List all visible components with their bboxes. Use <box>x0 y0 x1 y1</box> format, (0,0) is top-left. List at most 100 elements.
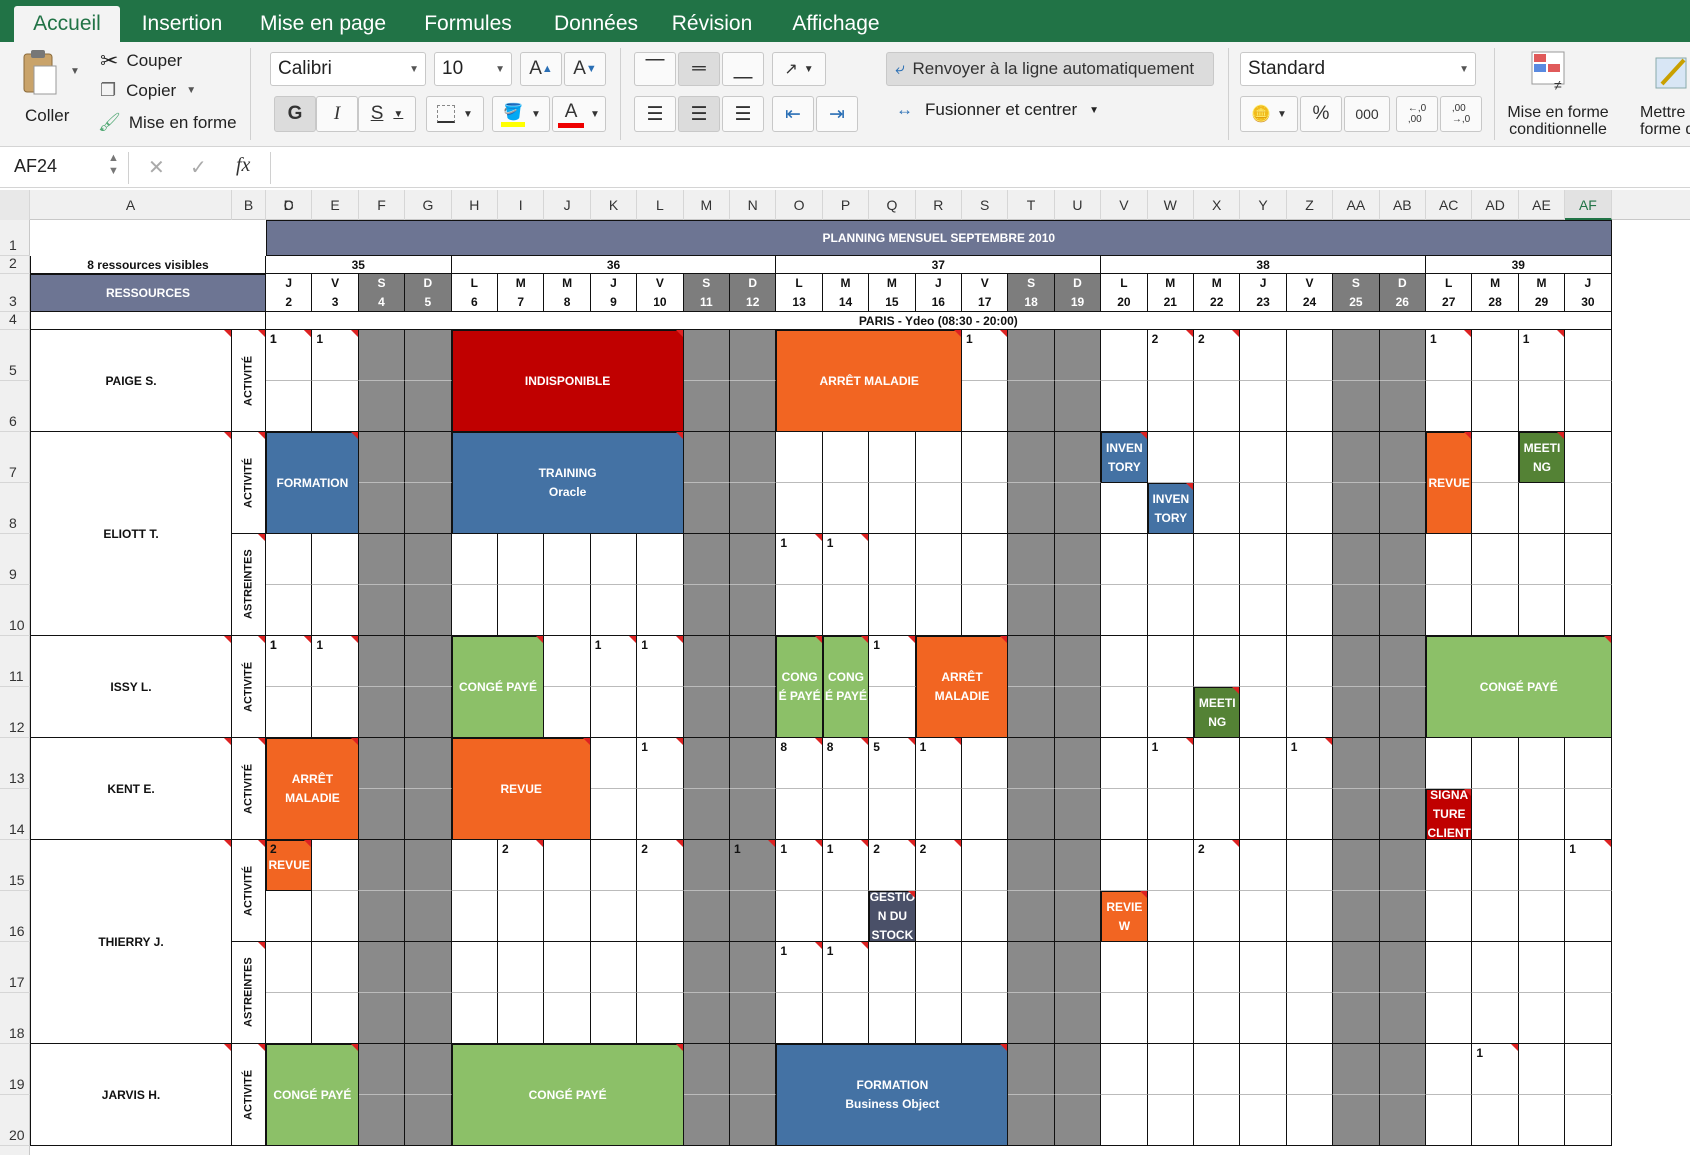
day-cell[interactable] <box>266 687 313 738</box>
day-cell[interactable] <box>1518 381 1566 432</box>
day-cell[interactable] <box>590 687 638 738</box>
day-cell[interactable] <box>1240 1044 1287 1095</box>
event-block[interactable]: TRAINING Oracle <box>451 432 684 534</box>
day-cell[interactable] <box>1147 942 1194 993</box>
day-cell[interactable] <box>1333 381 1380 432</box>
day-cell[interactable] <box>776 993 823 1044</box>
day-cell[interactable] <box>1333 483 1380 534</box>
day-cell[interactable] <box>1472 483 1519 534</box>
day-cell[interactable] <box>1333 789 1380 840</box>
event-block[interactable]: MEETI NG <box>1518 432 1566 483</box>
day-cell[interactable] <box>1008 585 1055 636</box>
day-cell[interactable] <box>358 585 406 636</box>
event-block[interactable]: CONG É PAYÉ <box>822 636 870 738</box>
day-cell[interactable] <box>1101 789 1148 840</box>
day-cell[interactable] <box>683 993 730 1044</box>
day-cell[interactable] <box>1379 891 1426 942</box>
day-cell[interactable] <box>962 993 1009 1044</box>
day-cell[interactable] <box>1472 993 1519 1044</box>
day-cell[interactable] <box>1286 891 1334 942</box>
day-cell[interactable] <box>1147 432 1194 483</box>
day-cell[interactable] <box>1565 432 1612 483</box>
day-cell[interactable] <box>730 483 777 534</box>
day-cell[interactable] <box>312 585 359 636</box>
day-cell[interactable] <box>1333 432 1380 483</box>
day-cell[interactable] <box>1565 534 1612 585</box>
day-cell[interactable] <box>1008 840 1055 891</box>
day-cell[interactable] <box>1286 483 1334 534</box>
day-cell[interactable] <box>1472 891 1519 942</box>
day-cell[interactable] <box>1101 687 1148 738</box>
day-cell[interactable] <box>962 942 1009 993</box>
day-cell[interactable] <box>358 840 406 891</box>
day-cell[interactable] <box>1333 636 1380 687</box>
day-cell[interactable] <box>1426 738 1473 789</box>
day-cell[interactable] <box>1147 687 1194 738</box>
day-cell[interactable] <box>1426 993 1473 1044</box>
day-cell[interactable] <box>1565 381 1612 432</box>
day-cell[interactable] <box>1379 789 1426 840</box>
day-cell[interactable] <box>1286 432 1334 483</box>
day-cell[interactable] <box>1240 942 1287 993</box>
day-cell[interactable] <box>1379 432 1426 483</box>
day-cell[interactable] <box>1518 585 1566 636</box>
day-cell[interactable] <box>1194 381 1241 432</box>
day-cell[interactable] <box>683 942 730 993</box>
day-cell[interactable] <box>266 381 313 432</box>
day-cell[interactable] <box>266 534 313 585</box>
day-cell[interactable] <box>1565 1095 1612 1146</box>
day-cell[interactable] <box>590 738 638 789</box>
event-block[interactable]: ARRÊT MALADIE <box>915 636 1009 738</box>
day-cell[interactable] <box>312 942 359 993</box>
day-cell[interactable] <box>683 687 730 738</box>
day-cell[interactable] <box>1101 840 1148 891</box>
day-cell[interactable] <box>1565 993 1612 1044</box>
day-cell[interactable] <box>1472 534 1519 585</box>
day-cell[interactable] <box>405 738 452 789</box>
day-cell[interactable] <box>1147 789 1194 840</box>
day-cell[interactable] <box>498 534 545 585</box>
day-cell[interactable] <box>962 432 1009 483</box>
event-block[interactable]: MEETI NG <box>1194 687 1241 738</box>
day-cell[interactable] <box>822 993 870 1044</box>
day-cell[interactable] <box>730 636 777 687</box>
day-cell[interactable] <box>1518 942 1566 993</box>
day-cell[interactable] <box>962 381 1009 432</box>
day-cell[interactable] <box>1147 1044 1194 1095</box>
day-cell[interactable] <box>1565 891 1612 942</box>
day-cell[interactable] <box>869 789 916 840</box>
day-cell[interactable] <box>312 534 359 585</box>
event-block[interactable]: GESTIO N DU STOCK <box>869 890 916 942</box>
day-cell[interactable] <box>1565 942 1612 993</box>
day-cell[interactable] <box>1240 432 1287 483</box>
day-cell[interactable] <box>1518 738 1566 789</box>
day-cell[interactable] <box>1008 432 1055 483</box>
day-cell[interactable] <box>683 585 730 636</box>
day-cell[interactable] <box>637 993 684 1044</box>
day-cell[interactable] <box>1240 738 1287 789</box>
day-cell[interactable] <box>1426 891 1473 942</box>
event-block[interactable]: FORMATION Business Object <box>776 1044 1009 1146</box>
day-cell[interactable] <box>730 789 777 840</box>
day-cell[interactable] <box>1054 585 1102 636</box>
day-cell[interactable] <box>451 534 498 585</box>
day-cell[interactable] <box>1008 993 1055 1044</box>
day-cell[interactable] <box>1194 483 1241 534</box>
day-cell[interactable] <box>266 891 313 942</box>
day-cell[interactable] <box>358 738 406 789</box>
day-cell[interactable] <box>1286 1044 1334 1095</box>
day-cell[interactable] <box>683 840 730 891</box>
day-cell[interactable] <box>730 942 777 993</box>
day-cell[interactable] <box>1240 330 1287 381</box>
day-cell[interactable] <box>1194 1095 1241 1146</box>
day-cell[interactable] <box>1240 636 1287 687</box>
day-cell[interactable] <box>405 993 452 1044</box>
day-cell[interactable] <box>1286 534 1334 585</box>
day-cell[interactable] <box>1333 585 1380 636</box>
day-cell[interactable] <box>1101 1095 1148 1146</box>
day-cell[interactable] <box>312 840 359 891</box>
day-cell[interactable] <box>683 432 730 483</box>
day-cell[interactable] <box>683 534 730 585</box>
day-cell[interactable] <box>1565 585 1612 636</box>
event-block[interactable]: CONGÉ PAYÉ <box>1426 636 1612 738</box>
